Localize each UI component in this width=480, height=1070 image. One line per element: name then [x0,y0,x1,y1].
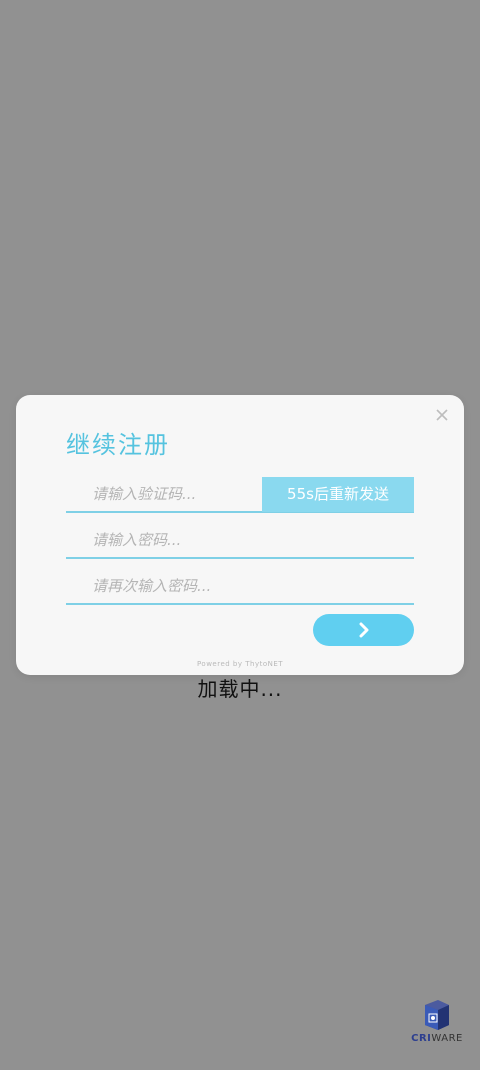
cube-logo-icon [425,1000,449,1030]
password-input[interactable] [66,523,414,557]
logo-text: CRIWARE [411,1033,463,1044]
next-button[interactable] [313,614,414,646]
close-icon[interactable] [434,407,450,423]
password-confirm-row [66,569,414,605]
screen: 加载中... 继续注册 55s后重新发送 Powered by ThytoNET [0,0,480,1070]
verification-code-input[interactable] [66,477,262,511]
loading-text: 加载中... [197,677,283,701]
register-dialog: 继续注册 55s后重新发送 Powered by ThytoNET [16,395,464,675]
password-row [66,523,414,559]
dialog-title: 继续注册 [66,431,170,459]
criware-logo: CRIWARE [411,998,463,1048]
password-confirm-input[interactable] [66,569,414,603]
resend-button[interactable]: 55s后重新发送 [262,477,414,512]
verification-code-row: 55s后重新发送 [66,477,414,513]
chevron-right-icon [359,622,369,638]
powered-by-label: Powered by ThytoNET [196,660,284,668]
